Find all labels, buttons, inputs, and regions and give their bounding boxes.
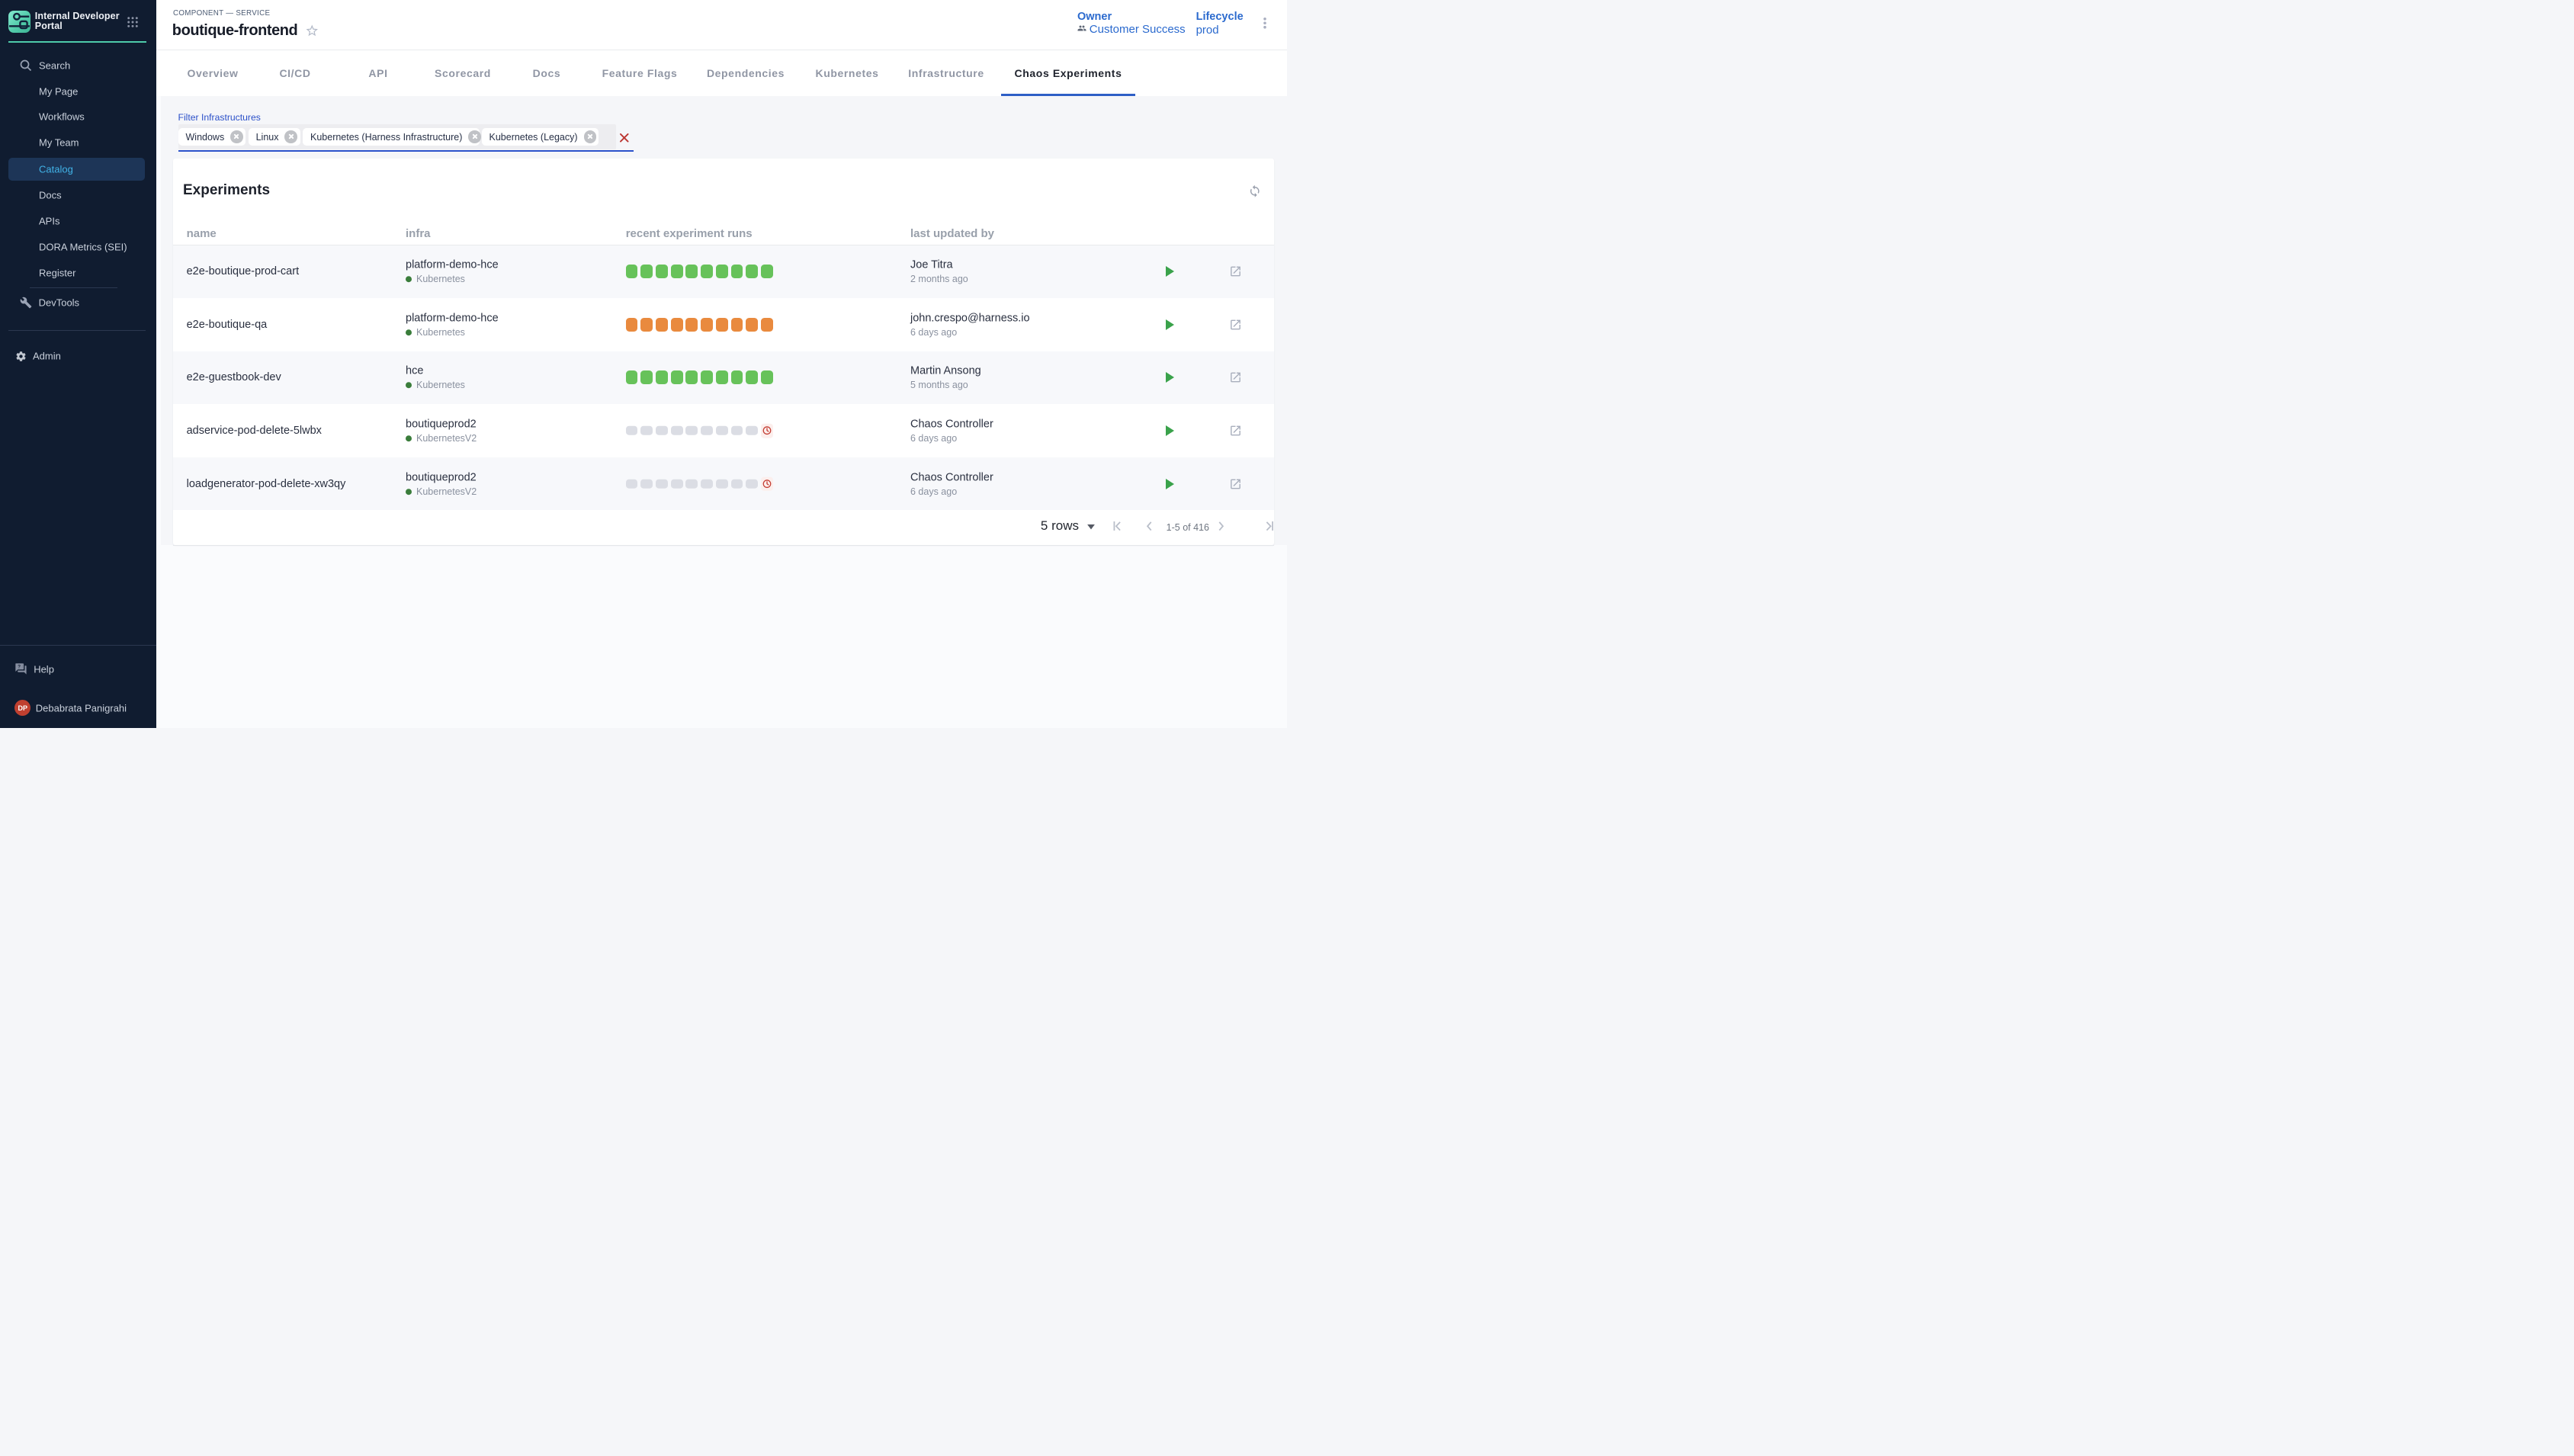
svg-text:?: ? <box>18 664 21 669</box>
